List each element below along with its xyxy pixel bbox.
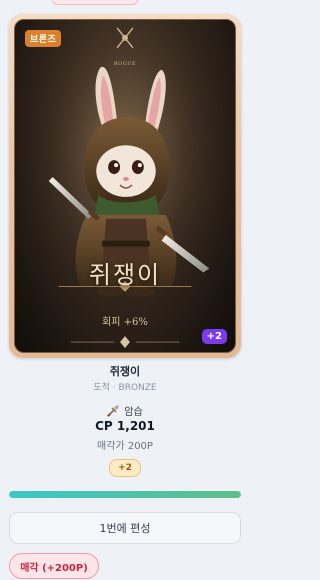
sell-button[interactable]: 매각 (+200P): [9, 553, 99, 579]
progress-bar: [9, 491, 241, 498]
combat-power: CP 1,201: [95, 419, 155, 433]
sell-price: 매각가 200P: [97, 441, 153, 452]
enhancement-level-chip: +2: [109, 459, 141, 477]
skill-row: 암습: [0, 403, 250, 418]
top-chip-partial: [52, 0, 138, 5]
dagger-icon: [107, 405, 120, 417]
card-art-panel: 브론즈 ROGUE 쥐쟁이 회피 +6% +2: [14, 19, 236, 353]
class-emblem-label: ROGUE: [113, 61, 137, 67]
card-character-name: 쥐쟁이: [88, 261, 162, 289]
enhancement-badge: +2: [201, 329, 227, 344]
character-class-rarity: 도적 · BRONZE: [93, 383, 157, 393]
rarity-badge: 브론즈: [25, 30, 62, 47]
progress-fill: [9, 491, 241, 498]
character-card[interactable]: 브론즈 ROGUE 쥐쟁이 회피 +6% +2: [9, 14, 241, 358]
rabbit-rogue-illustration: [15, 20, 235, 352]
character-name: 쥐쟁이: [109, 365, 141, 378]
deploy-to-slot-button[interactable]: 1번에 편성: [9, 512, 241, 544]
skill-name: 암습: [124, 407, 143, 418]
card-passive-stat: 회피 +6%: [102, 317, 148, 328]
